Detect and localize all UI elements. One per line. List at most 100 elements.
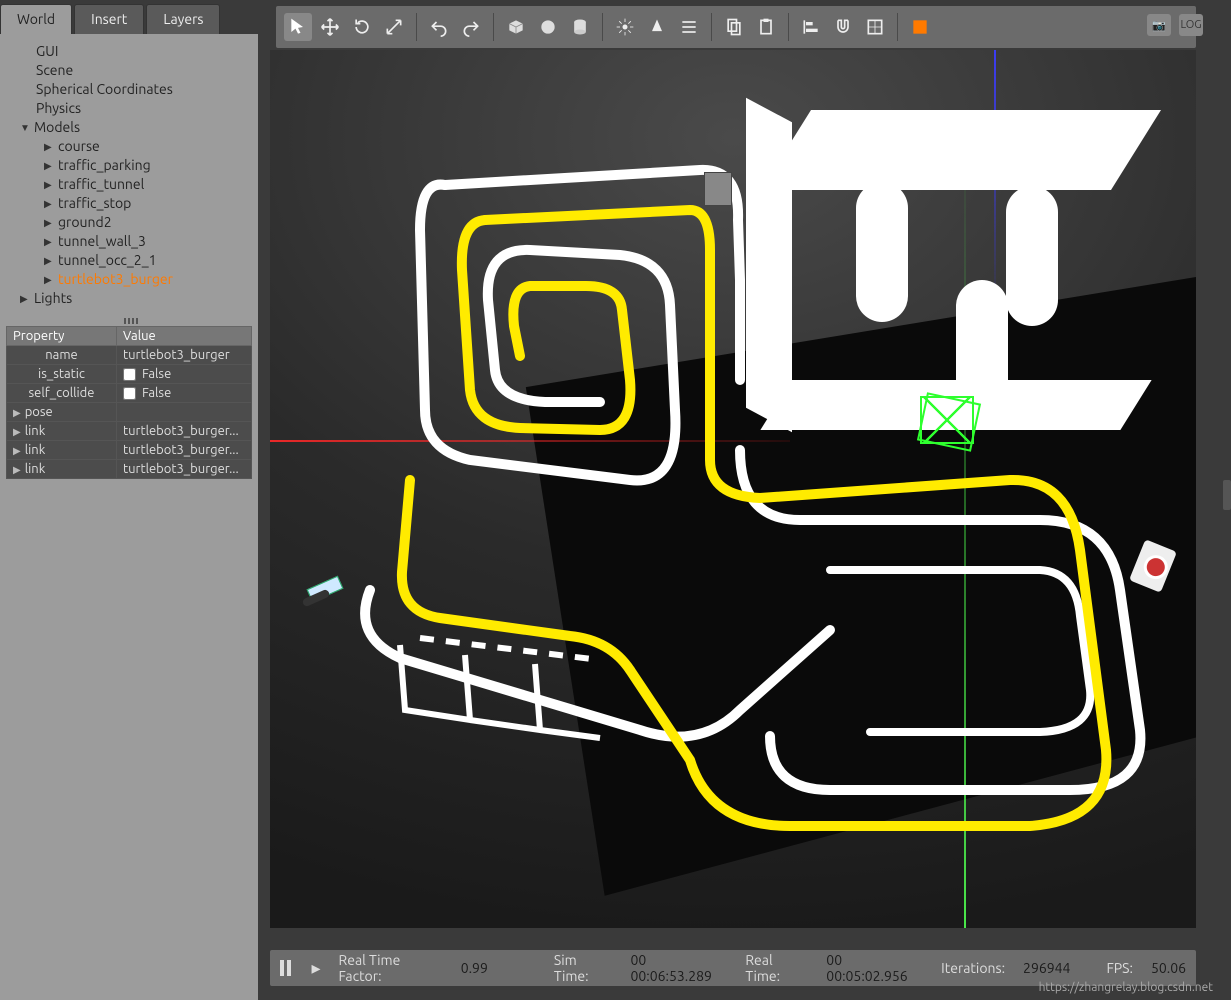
panel-splitter[interactable] bbox=[0, 316, 258, 326]
tree-lights[interactable]: ▶Lights bbox=[0, 289, 258, 308]
tree-gui[interactable]: GUI bbox=[0, 42, 258, 61]
step-button[interactable]: ▸ bbox=[312, 958, 321, 979]
move-icon bbox=[320, 17, 340, 37]
chevron-down-icon: ▼ bbox=[20, 118, 30, 137]
viewport-overlay-icons: 📷 LOG bbox=[1147, 14, 1203, 36]
sim-time-value: 00 00:06:53.289 bbox=[631, 952, 728, 984]
tunnel-building bbox=[746, 110, 1136, 420]
spot-light-button[interactable] bbox=[643, 13, 671, 41]
redo-button[interactable] bbox=[457, 13, 485, 41]
tab-layers[interactable]: Layers bbox=[146, 4, 220, 34]
toolbar-separator bbox=[493, 13, 494, 41]
prop-row-self-collide[interactable]: self_collide False bbox=[7, 384, 252, 403]
translate-tool-button[interactable] bbox=[316, 13, 344, 41]
chevron-right-icon: ▶ bbox=[44, 194, 54, 213]
chevron-right-icon: ▶ bbox=[44, 156, 54, 175]
paste-button[interactable] bbox=[752, 13, 780, 41]
tree-model-course[interactable]: ▶course bbox=[0, 137, 258, 156]
snap-button[interactable] bbox=[829, 13, 857, 41]
tree-spherical-coordinates[interactable]: Spherical Coordinates bbox=[0, 80, 258, 99]
chevron-right-icon: ▶ bbox=[44, 213, 54, 232]
tree-model-turtlebot3-burger[interactable]: ▶turtlebot3_burger bbox=[0, 270, 258, 289]
prop-row-link[interactable]: ▶link turtlebot3_burger... bbox=[7, 422, 252, 441]
property-header: Property bbox=[7, 327, 117, 346]
tree-model-tunnel-occ-2-1[interactable]: ▶tunnel_occ_2_1 bbox=[0, 251, 258, 270]
axis-x-line bbox=[270, 440, 790, 442]
chevron-right-icon: ▶ bbox=[13, 407, 21, 418]
align-icon bbox=[801, 17, 821, 37]
tree-model-traffic-stop[interactable]: ▶traffic_stop bbox=[0, 194, 258, 213]
real-time-value: 00 00:05:02.956 bbox=[826, 952, 923, 984]
magnet-icon bbox=[833, 17, 853, 37]
rotate-tool-button[interactable] bbox=[348, 13, 376, 41]
chevron-right-icon: ▶ bbox=[44, 232, 54, 251]
world-tree: GUI Scene Spherical Coordinates Physics … bbox=[0, 36, 258, 316]
log-button[interactable]: LOG bbox=[1179, 14, 1203, 36]
tree-models[interactable]: ▼Models bbox=[0, 118, 258, 137]
chevron-right-icon: ▶ bbox=[44, 270, 54, 289]
3d-viewport[interactable] bbox=[270, 50, 1196, 928]
prop-row-link[interactable]: ▶link turtlebot3_burger... bbox=[7, 441, 252, 460]
toolbar-separator bbox=[897, 13, 898, 41]
tree-model-ground2[interactable]: ▶ground2 bbox=[0, 213, 258, 232]
screenshot-button[interactable]: 📷 bbox=[1147, 14, 1171, 36]
right-panel-toggle[interactable] bbox=[1223, 480, 1231, 510]
left-panel: World Insert Layers GUI Scene Spherical … bbox=[0, 0, 258, 1000]
point-light-button[interactable] bbox=[611, 13, 639, 41]
prop-row-name[interactable]: name turtlebot3_burger bbox=[7, 346, 252, 365]
tree-scene[interactable]: Scene bbox=[0, 61, 258, 80]
tree-model-traffic-parking[interactable]: ▶traffic_parking bbox=[0, 156, 258, 175]
pause-button[interactable] bbox=[280, 960, 294, 976]
prop-row-is-static[interactable]: is_static False bbox=[7, 365, 252, 384]
prop-row-link[interactable]: ▶link turtlebot3_burger... bbox=[7, 460, 252, 479]
tree-model-traffic-tunnel[interactable]: ▶traffic_tunnel bbox=[0, 175, 258, 194]
transparent-button[interactable] bbox=[861, 13, 889, 41]
tab-world[interactable]: World bbox=[0, 4, 72, 34]
scale-icon bbox=[384, 17, 404, 37]
fps-value: 50.06 bbox=[1151, 960, 1186, 976]
wireframe-box bbox=[920, 396, 974, 444]
align-button[interactable] bbox=[797, 13, 825, 41]
chevron-right-icon: ▶ bbox=[44, 251, 54, 270]
undo-icon bbox=[429, 17, 449, 37]
toolbar-separator bbox=[711, 13, 712, 41]
insert-cylinder-button[interactable] bbox=[566, 13, 594, 41]
insert-box-button[interactable] bbox=[502, 13, 530, 41]
tree-model-tunnel-wall-3[interactable]: ▶tunnel_wall_3 bbox=[0, 232, 258, 251]
tab-insert[interactable]: Insert bbox=[74, 4, 144, 34]
is-static-checkbox[interactable] bbox=[123, 368, 136, 381]
chevron-right-icon: ▶ bbox=[44, 137, 54, 156]
watermark-text: https://zhangrelay.blog.csdn.net bbox=[1039, 981, 1213, 994]
select-tool-button[interactable] bbox=[284, 13, 312, 41]
spot-light-icon bbox=[647, 17, 667, 37]
turtlebot-model bbox=[302, 576, 346, 612]
sphere-icon bbox=[538, 17, 558, 37]
left-panel-resize-handle[interactable] bbox=[258, 0, 270, 1000]
camera-icon: 📷 bbox=[1152, 19, 1166, 32]
directional-light-icon bbox=[679, 17, 699, 37]
real-time-label: Real Time: bbox=[745, 952, 808, 984]
copy-icon bbox=[724, 17, 744, 37]
undo-button[interactable] bbox=[425, 13, 453, 41]
rotate-icon bbox=[352, 17, 372, 37]
left-tabs: World Insert Layers bbox=[0, 0, 258, 34]
rtf-value: 0.99 bbox=[461, 960, 488, 976]
insert-sphere-button[interactable] bbox=[534, 13, 562, 41]
paste-icon bbox=[756, 17, 776, 37]
self-collide-checkbox[interactable] bbox=[123, 387, 136, 400]
chevron-right-icon: ▶ bbox=[13, 445, 21, 456]
cylinder-icon bbox=[570, 17, 590, 37]
record-button[interactable] bbox=[906, 13, 934, 41]
point-light-icon bbox=[615, 17, 635, 37]
cube-icon bbox=[506, 17, 526, 37]
copy-button[interactable] bbox=[720, 13, 748, 41]
value-header: Value bbox=[117, 327, 252, 346]
property-table: Property Value name turtlebot3_burger is… bbox=[6, 326, 252, 479]
cursor-icon bbox=[288, 17, 308, 37]
sim-time-label: Sim Time: bbox=[554, 952, 613, 984]
tree-physics[interactable]: Physics bbox=[0, 99, 258, 118]
chevron-right-icon: ▶ bbox=[20, 289, 30, 308]
scale-tool-button[interactable] bbox=[380, 13, 408, 41]
prop-row-pose[interactable]: ▶pose bbox=[7, 403, 252, 422]
directional-light-button[interactable] bbox=[675, 13, 703, 41]
